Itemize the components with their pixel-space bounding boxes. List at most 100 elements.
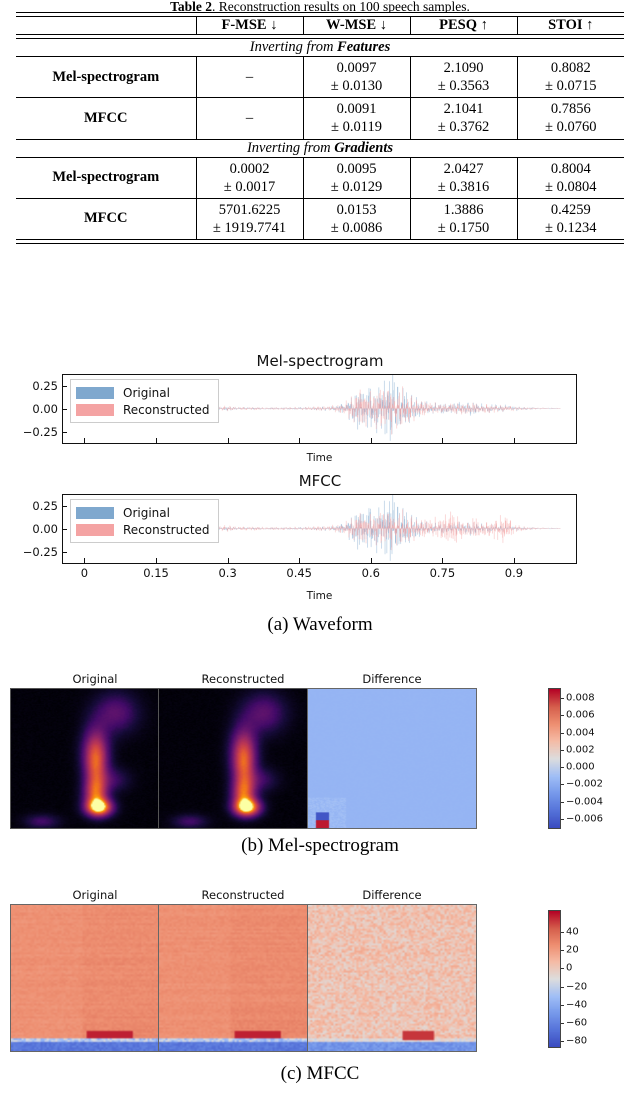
table-header-corner — [16, 17, 196, 34]
ytick-mark-mel-0 — [63, 386, 67, 388]
mel-colorbar-ticks: 0.008 0.006 0.004 0.002 0.000 −0.002 −0.004 −0.… — [548, 688, 603, 829]
ytick-mark-mel-2 — [63, 431, 67, 433]
colorbar-tick-label: 40 — [566, 926, 579, 938]
mel-spectrogram-figure: Original Reconstructed Difference 0.008 0… — [0, 672, 640, 872]
colorbar-tick-label: 0.002 — [566, 744, 595, 756]
table-header-1: F-MSE ↓ — [195, 17, 303, 34]
mfcc-title-original: Original — [72, 888, 118, 902]
xtick-label: 0.45 — [286, 566, 313, 580]
table-header-3: PESQ ↑ — [409, 17, 517, 34]
legend-entry-original: Original — [76, 384, 210, 401]
xtick-mark — [227, 438, 229, 443]
legend-swatch-original — [76, 386, 114, 399]
table-row: Mel-spectrogram – 0.0097 ± 0.0130 2.1090 ± 0.… — [16, 57, 624, 98]
ytick-label-mel-2: −0.25 — [22, 424, 58, 439]
legend-label-reconstructed: Reconstructed — [123, 402, 210, 417]
results-table: F-MSE ↓ W-MSE ↓ PESQ ↑ STOI ↑ Inverting from… — [16, 12, 624, 244]
colorbar-tick-label: 0.004 — [566, 727, 595, 739]
colorbar-tick-label: −0.006 — [566, 813, 604, 825]
xtick-mark — [84, 558, 86, 563]
panel-b-caption: (b) Mel-spectrogram — [241, 835, 399, 856]
table-cell-std: ± 0.1750 — [437, 219, 490, 236]
table-cell-std: ± 1919.7741 — [212, 219, 287, 236]
table-cell-mean: 0.8082 — [550, 60, 591, 76]
ytick-label-mel-1: 0.00 — [32, 402, 58, 416]
table-section-header-label: Inverting from Gradients — [246, 139, 394, 156]
mfcc-heatmap-difference — [307, 904, 477, 1052]
table-cell: 0.8004 ± 0.0804 — [516, 157, 624, 198]
table-row-label: MFCC — [84, 109, 128, 126]
waveform-axes-mfcc: Original Reconstructed 0.25 0.00 −0.25 0… — [23, 494, 577, 580]
table-cell: – — [195, 57, 303, 98]
panel-a-caption: (a) Waveform — [267, 614, 373, 635]
mfcc-title-difference: Difference — [362, 888, 422, 902]
legend-entry-original: Original — [76, 504, 210, 521]
table-cell-std: ± 0.3762 — [437, 119, 490, 136]
xtick-label: 0.3 — [218, 566, 237, 580]
mfcc-heatmap-reconstructed — [158, 904, 328, 1052]
mfcc-colorbar-ticks: 40 20 0 −20 −40 −60 −80 — [548, 910, 587, 1048]
table-cell-mean: 0.4259 — [550, 201, 591, 218]
colorbar-tick-label: 20 — [566, 944, 579, 956]
table-cell: – — [195, 98, 303, 139]
waveform-xlabel-mfcc: Time — [306, 590, 333, 602]
table-cell-std: ± 0.0017 — [223, 178, 276, 195]
xtick-mark — [442, 558, 444, 563]
mel-title-original: Original — [72, 672, 118, 686]
table-cell: 0.8082 ± 0.0715 — [516, 57, 624, 98]
table-cell: 0.0095 ± 0.0129 — [302, 157, 410, 198]
mfcc-heatmap-original — [10, 904, 180, 1052]
legend-swatch-original — [76, 506, 114, 519]
table-cell: 2.0427 ± 0.3816 — [409, 157, 517, 198]
xtick-mark — [299, 438, 301, 443]
xtick-mark — [513, 558, 515, 563]
table-row: MFCC –0.0091 ± 0.0119 2.1041 ± 0.3762 0.7856 ±… — [16, 98, 624, 139]
mel-heatmap-reconstructed — [158, 688, 328, 829]
waveform-axes-mel: Original Reconstructed 0.25 0.00 −0.25 — [23, 374, 577, 444]
table-cell-mean: 2.0427 — [443, 160, 484, 177]
table-row-label: MFCC — [84, 210, 128, 227]
ytick-mark-mel-1 — [63, 409, 67, 410]
waveform-figure: Mel-spectrogram Original Reconstructed 0… — [0, 352, 640, 664]
legend-label-reconstructed: Reconstructed — [123, 522, 210, 537]
ytick-mark-mfcc-1 — [63, 529, 67, 530]
colorbar-tick-label: −0.004 — [566, 796, 604, 808]
mel-title-difference: Difference — [362, 672, 422, 686]
xtick-mark — [442, 438, 444, 443]
xtick-mark — [156, 558, 158, 563]
legend-entry-reconstructed: Reconstructed — [76, 401, 210, 418]
colorbar-tick-label: −20 — [566, 981, 588, 993]
waveform-plot-title-mfcc: MFCC — [298, 472, 342, 490]
table-cell-mean: 0.8004 — [550, 160, 591, 177]
table-cell-mean: 0.0153 — [336, 201, 377, 218]
table-caption: Table 2. Reconstruction results on 100 s… — [0, 0, 640, 12]
table-row-label: Mel-spectrogram — [52, 169, 160, 186]
table-row: Mel-spectrogram 0.0002 ± 0.0017 0.0095 ± 0.0… — [16, 157, 624, 198]
xtick-label: 0.9 — [504, 566, 524, 580]
legend-label-original: Original — [123, 385, 170, 400]
table-cell-std: ± 0.0130 — [330, 78, 383, 95]
table-header-2: W-MSE ↓ — [302, 17, 410, 34]
ytick-label-mfcc-1: 0.00 — [32, 522, 58, 536]
table-cell-std: ± 0.0715 — [545, 78, 597, 95]
table-caption-text: . Reconstruction results on 100 speech s… — [211, 0, 470, 12]
waveform-plot-title-mel: Mel-spectrogram — [256, 352, 384, 370]
table-row: MFCC 5701.6225 ± 1919.7741 0.0153 ± 0.0086 1.… — [16, 198, 624, 239]
table-cell: 0.0091 ± 0.0119 — [302, 98, 410, 139]
xtick-mark — [156, 438, 158, 443]
mel-heatmap-original — [10, 688, 180, 829]
xtick-mark — [84, 438, 86, 443]
legend-swatch-reconstructed — [76, 403, 114, 416]
table-cell-mean: 2.1090 — [443, 60, 484, 76]
legend-swatch-reconstructed — [76, 523, 114, 536]
legend-label-original: Original — [123, 505, 170, 520]
colorbar-tick-label: −60 — [566, 1017, 588, 1029]
colorbar-tick-label: −0.002 — [566, 778, 604, 790]
table-cell-mean: 0.0002 — [229, 160, 270, 177]
table-cell-std: ± 0.0760 — [545, 119, 597, 136]
table-header-4: STOI ↑ — [516, 17, 624, 34]
mel-heatmap-difference — [307, 688, 477, 829]
colorbar-tick-label: −80 — [566, 1035, 588, 1047]
table-cell: 0.7856 ± 0.0760 — [516, 98, 624, 139]
waveform-legend-mel: Original Reconstructed — [70, 379, 219, 423]
